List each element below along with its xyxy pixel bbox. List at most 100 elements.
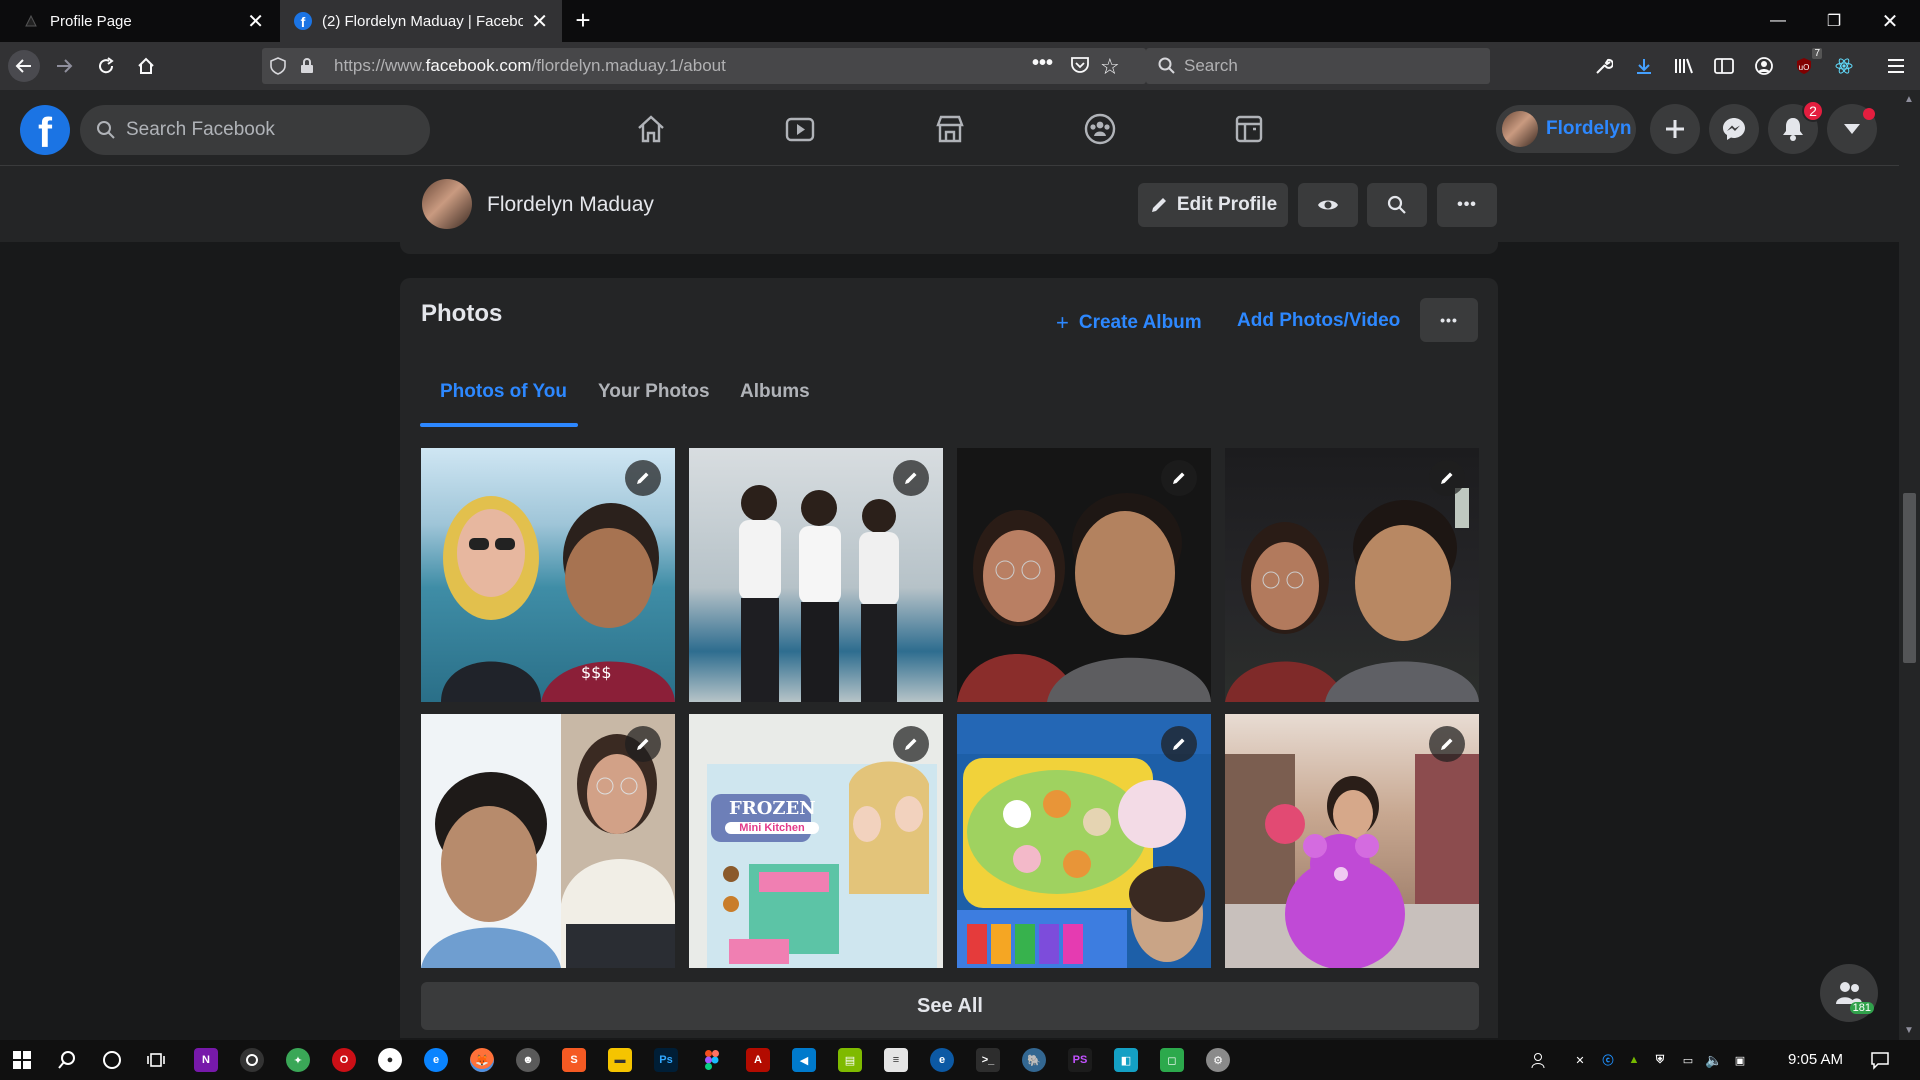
nvidia-icon[interactable]: ▲ xyxy=(1624,1048,1644,1072)
tab-profile-page[interactable]: Profile Page ✕ xyxy=(8,0,278,42)
ublock-icon[interactable]: uO 7 xyxy=(1790,48,1822,80)
edit-profile-button[interactable]: Edit Profile xyxy=(1138,183,1288,227)
edit-photo-button[interactable] xyxy=(625,460,661,496)
photos-more-button[interactable]: ••• xyxy=(1420,298,1478,342)
edit-photo-button[interactable] xyxy=(893,460,929,496)
tab-facebook[interactable]: f (2) Flordelyn Maduay | Facebook ✕ xyxy=(280,0,562,42)
hamburger-menu-icon[interactable] xyxy=(1882,52,1910,80)
contacts-button[interactable]: 181 xyxy=(1820,964,1878,1022)
edit-photo-button[interactable] xyxy=(1161,726,1197,762)
notifications-button[interactable]: 2 xyxy=(1768,100,1824,154)
nav-watch-icon[interactable] xyxy=(775,104,825,154)
see-all-button[interactable]: See All xyxy=(421,982,1479,1030)
edit-photo-button[interactable] xyxy=(1429,726,1465,762)
people-icon[interactable] xyxy=(1530,1048,1550,1072)
network-icon[interactable]: ▣ xyxy=(1730,1048,1750,1072)
close-tab-icon[interactable]: ✕ xyxy=(247,9,264,34)
lock-icon[interactable] xyxy=(300,58,330,74)
browser-search-bar[interactable]: Search xyxy=(1146,48,1490,84)
page-scrollbar[interactable]: ▲ ▼ xyxy=(1899,90,1920,1040)
opera-icon[interactable]: O xyxy=(332,1048,356,1072)
close-tab-icon[interactable]: ✕ xyxy=(531,9,548,34)
create-button[interactable] xyxy=(1650,104,1700,154)
new-tab-button[interactable]: + xyxy=(568,6,598,36)
edge-icon[interactable]: e xyxy=(930,1048,954,1072)
scroll-up-icon[interactable]: ▲ xyxy=(1904,94,1914,105)
scroll-down-icon[interactable]: ▼ xyxy=(1904,1025,1914,1036)
close-window-icon[interactable]: ✕ xyxy=(1862,0,1918,42)
windows-start-icon[interactable] xyxy=(10,1048,34,1072)
nav-gaming-icon[interactable] xyxy=(1224,104,1274,154)
nav-home-icon[interactable] xyxy=(626,104,676,154)
sublime-icon[interactable]: S xyxy=(562,1048,586,1072)
bookmark-star-icon[interactable]: ☆ xyxy=(1100,54,1120,80)
react-devtools-icon[interactable] xyxy=(1830,52,1858,80)
photoshop-icon[interactable]: Ps xyxy=(654,1048,678,1072)
edit-photo-button[interactable] xyxy=(1161,460,1197,496)
postgres-icon[interactable]: 🐘 xyxy=(1022,1048,1046,1072)
url-bar[interactable]: https://www.facebook.com/flordelyn.madua… xyxy=(262,48,1146,84)
profile-name[interactable]: Flordelyn Maduay xyxy=(487,193,654,217)
messenger-button[interactable] xyxy=(1709,104,1759,154)
volume-icon[interactable]: 🔈 xyxy=(1704,1048,1724,1072)
notepad-icon[interactable]: ≡ xyxy=(884,1048,908,1072)
home-icon[interactable] xyxy=(130,50,162,82)
edit-photo-button[interactable] xyxy=(625,726,661,762)
photo-thumbnail[interactable] xyxy=(1225,448,1479,702)
photo-thumbnail[interactable] xyxy=(689,448,943,702)
app-icon[interactable]: ◻ xyxy=(1160,1048,1184,1072)
file-explorer-icon[interactable]: ▬ xyxy=(608,1048,632,1072)
view-as-button[interactable] xyxy=(1298,183,1358,227)
photo-thumbnail[interactable]: $$$ xyxy=(421,448,675,702)
profile-more-button[interactable]: ••• xyxy=(1437,183,1497,227)
reload-icon[interactable] xyxy=(90,50,122,82)
wrench-icon[interactable] xyxy=(1590,52,1618,80)
vscode-icon[interactable]: ◀ xyxy=(792,1048,816,1072)
edit-photo-button[interactable] xyxy=(1429,460,1465,496)
scrollbar-thumb[interactable] xyxy=(1903,493,1916,663)
back-icon[interactable] xyxy=(8,50,40,82)
app-icon[interactable]: ✦ xyxy=(286,1048,310,1072)
photo-thumbnail[interactable] xyxy=(1225,714,1479,968)
app-icon[interactable]: ◧ xyxy=(1114,1048,1138,1072)
app-icon[interactable]: ● xyxy=(378,1048,402,1072)
minimize-icon[interactable]: — xyxy=(1750,0,1806,42)
notifications-center-icon[interactable] xyxy=(1868,1048,1892,1072)
tab-albums[interactable]: Albums xyxy=(740,381,810,403)
battery-icon[interactable]: ▭ xyxy=(1678,1048,1698,1072)
account-icon[interactable] xyxy=(1750,52,1778,80)
avatar[interactable] xyxy=(422,179,472,229)
create-album-link[interactable]: + Create Album xyxy=(1056,310,1202,336)
facebook-logo-icon[interactable]: f xyxy=(20,105,70,156)
page-actions-icon[interactable]: ••• xyxy=(1032,52,1053,75)
terminal-icon[interactable]: >_ xyxy=(976,1048,1000,1072)
obs-icon[interactable] xyxy=(240,1048,264,1072)
account-menu-button[interactable] xyxy=(1827,104,1877,154)
taskbar-clock[interactable]: 9:05 AM xyxy=(1788,1051,1843,1068)
nav-groups-icon[interactable] xyxy=(1075,104,1125,154)
forward-icon[interactable] xyxy=(48,50,80,82)
task-view-icon[interactable] xyxy=(144,1048,168,1072)
app-icon[interactable]: ⚙ xyxy=(1206,1048,1230,1072)
search-icon[interactable] xyxy=(55,1048,79,1072)
tab-photos-of-you[interactable]: Photos of You xyxy=(440,381,567,403)
phpstorm-icon[interactable]: PS xyxy=(1068,1048,1092,1072)
photo-thumbnail[interactable] xyxy=(421,714,675,968)
app-icon[interactable]: ☻ xyxy=(516,1048,540,1072)
profile-shortcut-button[interactable]: Flordelyn xyxy=(1496,105,1636,153)
tray-icon[interactable]: ⓒ xyxy=(1598,1048,1618,1072)
restore-icon[interactable]: ❐ xyxy=(1806,0,1862,42)
photo-thumbnail[interactable] xyxy=(957,714,1211,968)
defender-icon[interactable]: ⛨ xyxy=(1650,1048,1670,1072)
photo-thumbnail[interactable]: FROZEN Mini Kitchen xyxy=(689,714,943,968)
download-icon[interactable] xyxy=(1630,52,1658,80)
profile-search-button[interactable] xyxy=(1367,183,1427,227)
shield-icon[interactable] xyxy=(270,57,300,75)
tab-your-photos[interactable]: Your Photos xyxy=(598,381,710,403)
onenote-icon[interactable]: N xyxy=(194,1048,218,1072)
figma-icon[interactable] xyxy=(700,1048,724,1072)
edit-photo-button[interactable] xyxy=(893,726,929,762)
tray-icon[interactable]: ✕ xyxy=(1570,1048,1590,1072)
cortana-icon[interactable] xyxy=(100,1048,124,1072)
photo-thumbnail[interactable] xyxy=(957,448,1211,702)
